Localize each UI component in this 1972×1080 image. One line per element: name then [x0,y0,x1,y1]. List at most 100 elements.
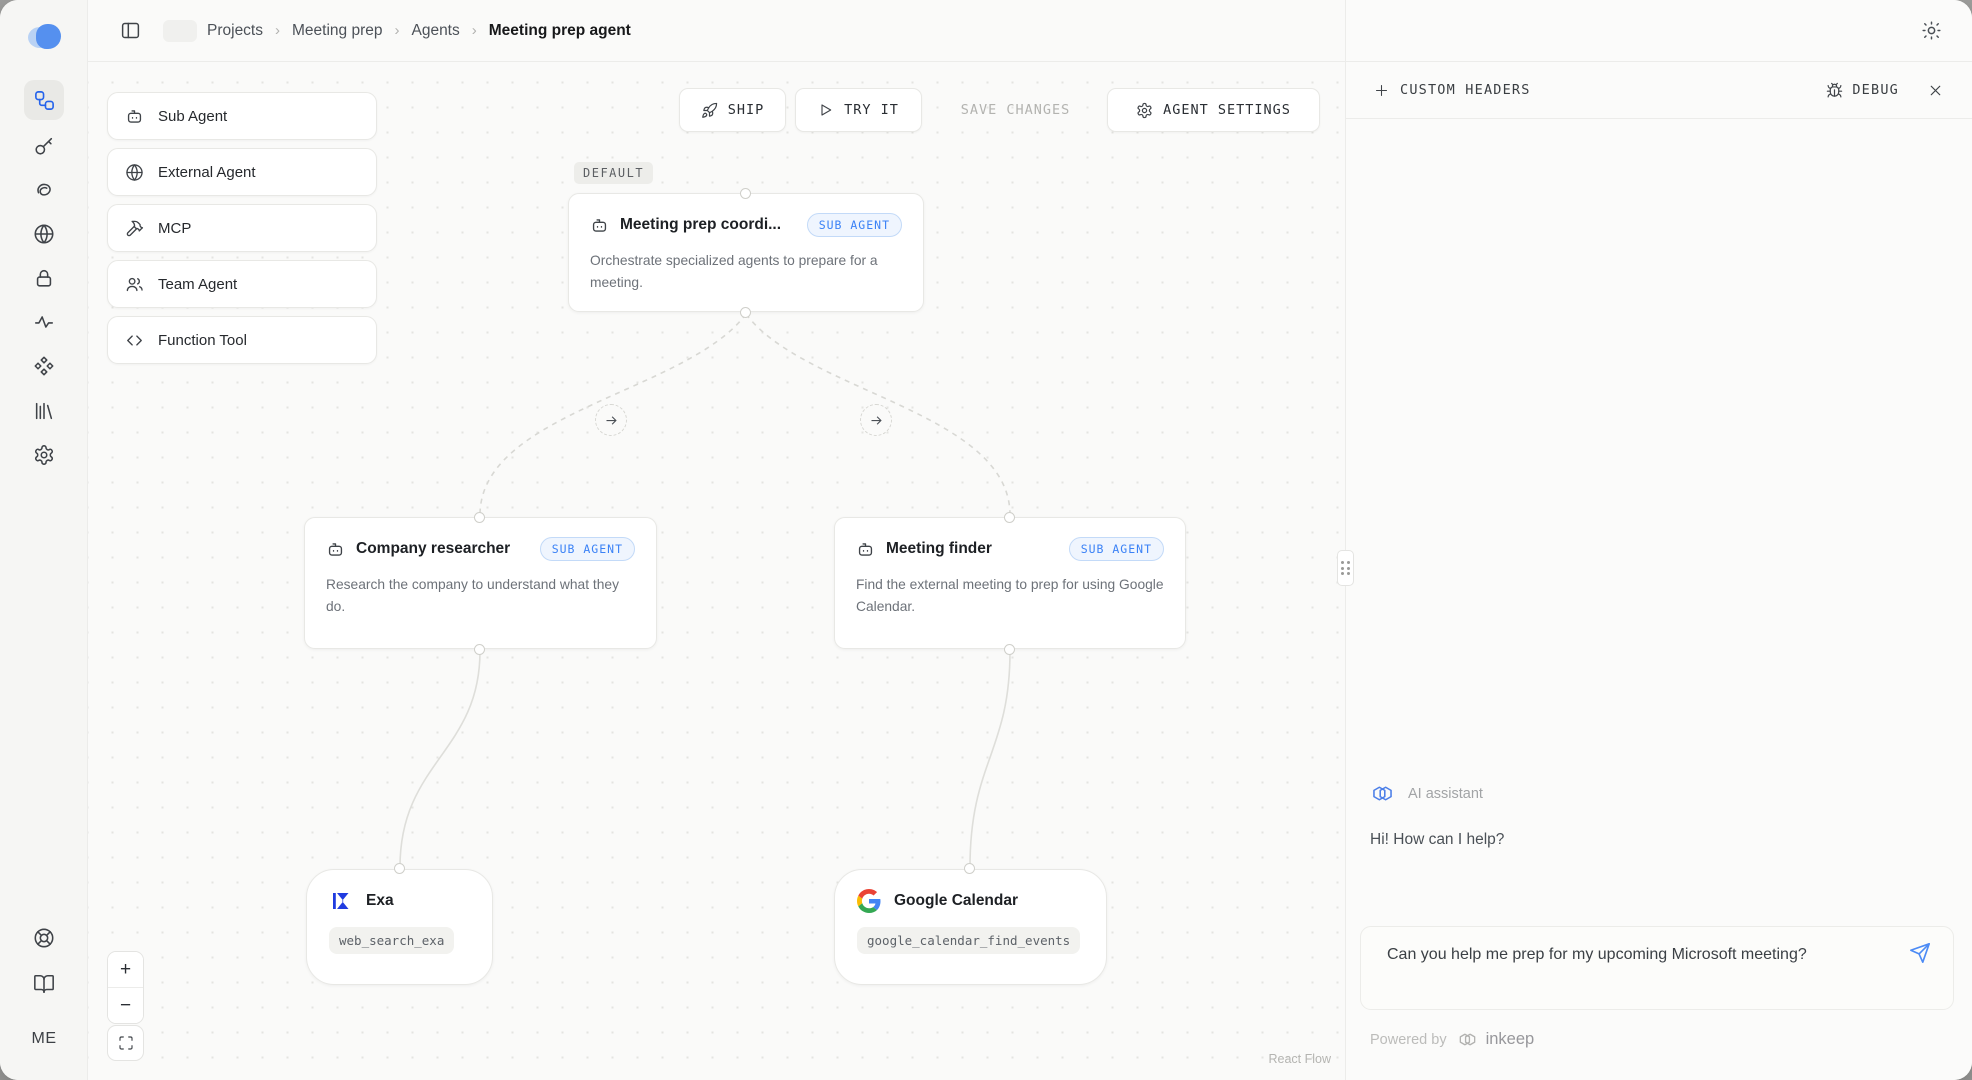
send-icon [1909,942,1931,964]
handle-company-top[interactable] [474,512,485,523]
bot-icon [326,540,345,559]
node-title: Meeting prep coordi... [620,216,781,234]
debug-panel: CUSTOM HEADERS DEBUG AI assistant Hi! Ho… [1345,0,1972,1080]
try-it-button[interactable]: TRY IT [795,88,922,132]
edge-arrow-right [860,404,892,436]
panel-resizer-handle[interactable] [1337,550,1354,586]
palette-item-external-agent[interactable]: External Agent [107,148,377,196]
rail-item-globe[interactable] [24,214,64,254]
breadcrumb-skeleton [163,20,197,42]
rail-item-components[interactable] [24,346,64,386]
library-icon [33,400,55,422]
close-icon[interactable] [1927,82,1944,99]
debug-button[interactable]: DEBUG [1826,82,1899,99]
node-meeting-finder[interactable]: Meeting finder SUB AGENT Find the extern… [834,517,1186,649]
add-custom-headers-button[interactable]: CUSTOM HEADERS [1374,82,1531,98]
bot-icon [125,107,144,126]
bot-icon [590,216,609,235]
tool-id-pill: google_calendar_find_events [857,927,1080,954]
inkeep-logo-gray-icon [1456,1029,1479,1050]
edge-arrow-left [595,404,627,436]
handle-finder-bottom[interactable] [1004,644,1015,655]
globe-icon [125,163,144,182]
top-header: Projects › Meeting prep › Agents › Meeti… [88,0,1345,62]
zoom-out-button[interactable]: − [108,988,143,1023]
palette-item-function-tool[interactable]: Function Tool [107,316,377,364]
sub-agent-badge: SUB AGENT [540,537,635,561]
life-buoy-icon [33,927,55,949]
fit-view-button[interactable] [107,1025,144,1061]
palette-item-label: MCP [158,220,191,237]
hammer-icon [125,219,144,238]
try-it-label: TRY IT [844,102,899,118]
node-company-researcher[interactable]: Company researcher SUB AGENT Research th… [304,517,657,649]
chat-input[interactable]: Can you help me prep for my upcoming Mic… [1360,926,1954,1010]
sun-icon[interactable] [1921,20,1942,41]
breadcrumb-agents[interactable]: Agents [411,22,459,40]
rail-item-settings[interactable] [24,435,64,475]
app-logo-icon[interactable] [28,24,62,52]
rail-item-graph[interactable] [24,80,64,120]
inkeep-logo-icon [1369,781,1396,806]
rail-item-library[interactable] [24,391,64,431]
default-agent-tag: DEFAULT [574,162,653,184]
palette-item-team-agent[interactable]: Team Agent [107,260,377,308]
sidebar-toggle-icon[interactable] [120,20,141,41]
node-google-calendar-tool[interactable]: Google Calendar google_calendar_find_eve… [834,869,1107,985]
node-meeting-prep-coordinator[interactable]: Meeting prep coordi... SUB AGENT Orchest… [568,193,924,312]
handle-finder-top[interactable] [1004,512,1015,523]
users-icon [125,275,144,294]
breadcrumb-separator: › [275,22,280,39]
handle-coordinator-top[interactable] [740,188,751,199]
rail-item-keys[interactable] [24,126,64,166]
save-changes-button[interactable]: SAVE CHANGES [937,88,1094,132]
assistant-name: AI assistant [1408,786,1483,802]
bug-icon [1826,82,1843,99]
fit-view-icon [118,1035,134,1051]
palette-item-label: External Agent [158,164,256,181]
rail-item-lock[interactable] [24,258,64,298]
tool-title: Google Calendar [894,892,1018,910]
breadcrumb-separator: › [472,22,477,39]
chat-input-text[interactable]: Can you help me prep for my upcoming Mic… [1387,942,1889,968]
node-exa-tool[interactable]: Exa web_search_exa [306,869,493,985]
send-button[interactable] [1909,942,1931,964]
handle-calendar-top[interactable] [964,863,975,874]
zoom-in-button[interactable]: + [108,952,143,987]
rail-item-credentials[interactable] [24,170,64,210]
handle-company-bottom[interactable] [474,644,485,655]
rail-item-help[interactable] [24,918,64,958]
components-icon [33,355,55,377]
rail-item-activity[interactable] [24,302,64,342]
breadcrumb: Projects › Meeting prep › Agents › Meeti… [207,22,631,40]
activity-icon [33,311,55,333]
google-logo-icon [857,889,881,913]
breadcrumb-current-page: Meeting prep agent [489,22,631,40]
palette-item-mcp[interactable]: MCP [107,204,377,252]
scribble-icon [33,179,55,201]
breadcrumb-meeting-prep[interactable]: Meeting prep [292,22,382,40]
bot-icon [856,540,875,559]
rail-item-docs[interactable] [24,964,64,1004]
tool-id-pill: web_search_exa [329,927,454,954]
brand-label: inkeep [1486,1030,1535,1049]
handle-exa-top[interactable] [394,863,405,874]
node-description: Orchestrate specialized agents to prepar… [590,250,902,294]
ship-button[interactable]: SHIP [679,88,786,132]
avatar[interactable]: ME [0,1030,88,1048]
agent-settings-button[interactable]: AGENT SETTINGS [1107,88,1320,132]
powered-by-row[interactable]: Powered by inkeep [1370,1029,1534,1050]
assistant-header: AI assistant [1369,781,1483,806]
ship-label: SHIP [728,102,765,118]
palette-item-sub-agent[interactable]: Sub Agent [107,92,377,140]
assistant-greeting: Hi! How can I help? [1370,831,1504,849]
agent-settings-label: AGENT SETTINGS [1163,102,1291,118]
book-open-icon [33,973,55,995]
handle-coordinator-bottom[interactable] [740,307,751,318]
react-flow-attribution[interactable]: React Flow [1268,1052,1331,1066]
breadcrumb-projects[interactable]: Projects [207,22,263,40]
sub-agent-badge: SUB AGENT [807,213,902,237]
flow-canvas[interactable]: Sub Agent External Agent MCP Team Agent … [88,62,1345,1080]
plus-icon [1374,83,1389,98]
app-window: ME Projects › Meeting prep › Agents › Me… [0,0,1972,1080]
